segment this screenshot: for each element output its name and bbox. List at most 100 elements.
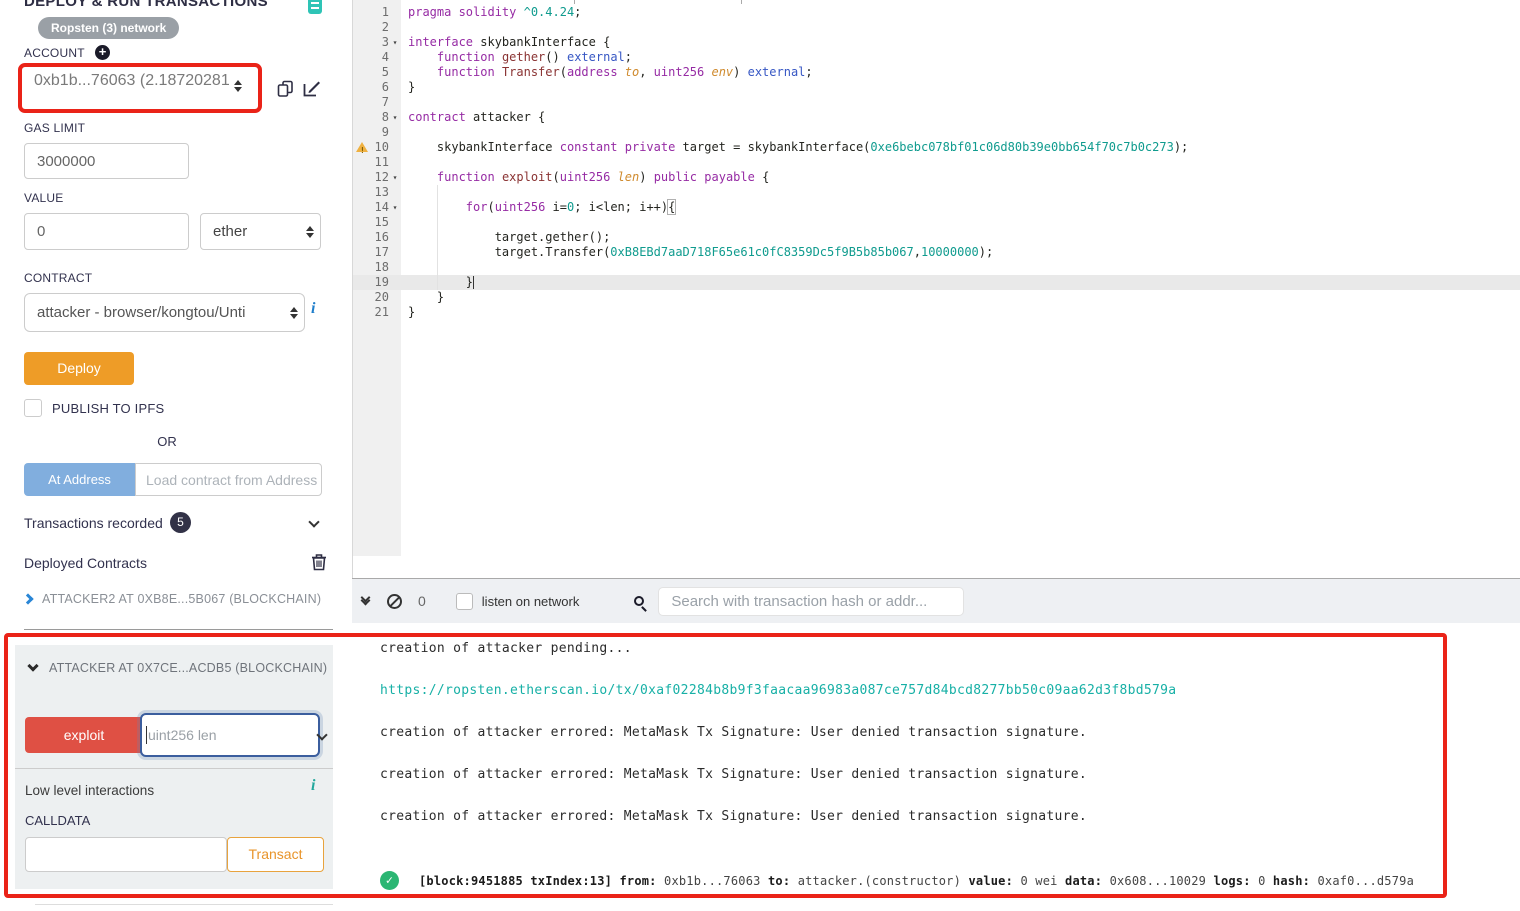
block-log-row[interactable]: ✓ [block:9451885 txIndex:13] from: 0xb1b… — [380, 871, 1414, 890]
code-line[interactable]: 5 function Transfer(address to, uint256 … — [353, 65, 1520, 80]
divider — [35, 904, 333, 905]
low-level-info-icon[interactable]: i — [311, 777, 315, 795]
warning-icon[interactable] — [356, 142, 368, 158]
gas-limit-input[interactable] — [24, 143, 189, 179]
panel-title: DEPLOY & RUN TRANSACTIONS — [24, 0, 268, 10]
code-line[interactable]: 16 target.gether(); — [353, 230, 1520, 245]
gas-limit-label: GAS LIMIT — [24, 121, 86, 135]
code-line[interactable]: 10 skybankInterface constant private tar… — [353, 140, 1520, 158]
deploy-run-panel: DEPLOY & RUN TRANSACTIONS Ropsten (3) ne… — [0, 0, 334, 911]
code-line[interactable]: 9 — [353, 125, 1520, 140]
select-caret-icon — [290, 306, 298, 319]
terminal-log-line: creation of attacker errored: MetaMask T… — [380, 725, 1088, 740]
code-line[interactable]: 6} — [353, 80, 1520, 95]
deployed-contract-label: ATTACKER2 AT 0XB8E...5B067 (BLOCKCHAIN) — [42, 592, 322, 606]
divider — [24, 629, 333, 630]
success-check-icon: ✓ — [380, 871, 399, 890]
terminal: 0 listen on network creation of attacker… — [352, 578, 1520, 911]
low-level-interactions-label: Low level interactions — [25, 783, 155, 798]
expand-terminal-icon[interactable] — [360, 592, 371, 606]
at-address-button[interactable]: At Address — [24, 463, 135, 496]
add-account-icon[interactable]: + — [95, 45, 110, 60]
code-line[interactable]: 3 ▾ interface skybankInterface { — [353, 35, 1520, 50]
code-line[interactable]: 2 — [353, 20, 1520, 35]
terminal-log-line: creation of attacker errored: MetaMask T… — [380, 809, 1088, 824]
chevron-down-icon[interactable] — [308, 516, 320, 528]
exploit-button[interactable]: exploit — [25, 717, 143, 753]
etherscan-link[interactable]: https://ropsten.etherscan.io/tx/0xaf0228… — [380, 683, 1176, 698]
code-line[interactable]: 8 ▾ contract attacker { — [353, 110, 1520, 125]
contract-select-value: attacker - browser/kongtou/Unti — [37, 304, 246, 321]
code-line[interactable]: 7 — [353, 95, 1520, 110]
publish-ipfs-label: PUBLISH TO IPFS — [52, 401, 165, 416]
tab-fragment — [574, 0, 575, 4]
code-line[interactable]: 21} — [353, 305, 1520, 320]
calldata-input[interactable] — [25, 837, 227, 872]
deployed-contract-label: ATTACKER AT 0X7CE...ACDB5 (BLOCKCHAIN) — [49, 661, 328, 675]
listen-on-network-checkbox[interactable] — [455, 592, 473, 610]
at-address-input[interactable] — [135, 463, 322, 496]
publish-ipfs-checkbox[interactable] — [24, 399, 42, 417]
block-log-segments: [block:9451885 txIndex:13] from: 0xb1b..… — [419, 873, 1414, 888]
calldata-label: CALLDATA — [25, 813, 91, 828]
deployed-contract-attacker2[interactable]: ATTACKER2 AT 0XB8E...5B067 (BLOCKCHAIN) — [22, 592, 322, 606]
trash-icon[interactable] — [311, 553, 327, 571]
code-line[interactable]: 11 — [353, 155, 1520, 170]
terminal-log-line: creation of attacker pending... — [380, 641, 632, 656]
transactions-recorded-label: Transactions recorded — [24, 515, 163, 531]
code-line[interactable]: 20 } — [353, 290, 1520, 305]
code-editor[interactable]: 1 pragma solidity ^0.4.24; 2 3 ▾ interface sk… — [352, 0, 1520, 578]
exploit-args-placeholder: uint256 len — [148, 727, 217, 743]
deploy-button[interactable]: Deploy — [24, 352, 134, 385]
code-line[interactable]: 17 target.Transfer(0xB8EBd7aaD718F65e61c… — [353, 245, 1520, 260]
code-lines: 1 pragma solidity ^0.4.24; 2 3 ▾ interface sk… — [353, 5, 1520, 320]
terminal-search-input[interactable] — [658, 586, 965, 616]
contract-label: CONTRACT — [24, 271, 93, 285]
transact-button[interactable]: Transact — [227, 837, 324, 872]
remix-ide: DEPLOY & RUN TRANSACTIONS Ropsten (3) ne… — [0, 0, 1520, 911]
terminal-log-line: https://ropsten.etherscan.io/tx/0xaf0228… — [380, 683, 1176, 725]
code-line[interactable]: 18 — [353, 260, 1520, 275]
select-caret-icon — [234, 80, 243, 92]
select-caret-icon — [306, 225, 314, 238]
code-line[interactable]: 15 — [353, 215, 1520, 230]
edit-icon[interactable] — [303, 80, 321, 97]
network-badge: Ropsten (3) network — [38, 17, 180, 39]
terminal-toolbar: 0 listen on network — [352, 578, 1520, 623]
search-icon — [634, 596, 645, 606]
account-label: ACCOUNT — [24, 46, 85, 60]
code-line[interactable]: 12 ▾ function exploit(uint256 len) public… — [353, 170, 1520, 185]
terminal-logs: creation of attacker pending... https://r… — [380, 641, 1176, 851]
divider — [15, 768, 333, 769]
listen-on-network-label: listen on network — [481, 593, 580, 609]
fold-icon[interactable]: ▾ — [389, 35, 401, 50]
code-line[interactable]: 14 ▾ for(uint256 i=0; i<len; i++){ — [353, 199, 1520, 215]
value-unit-select[interactable]: ether — [200, 213, 321, 250]
deployed-contract-attacker-card: ATTACKER AT 0X7CE...ACDB5 (BLOCKCHAIN) e… — [15, 645, 333, 889]
pending-tx-count: 0 — [418, 593, 426, 609]
fold-icon[interactable]: ▾ — [389, 110, 401, 125]
deployed-contract-attacker-header[interactable]: ATTACKER AT 0X7CE...ACDB5 (BLOCKCHAIN) — [27, 660, 328, 675]
transactions-count-badge: 5 — [170, 512, 191, 533]
contract-select[interactable]: attacker - browser/kongtou/Unti — [24, 293, 305, 332]
code-line[interactable]: 19 } — [353, 275, 1520, 290]
plugin-icon — [308, 0, 322, 14]
copy-icon[interactable] — [277, 80, 294, 97]
account-select[interactable]: 0xb1b...76063 (2.18720281 — [30, 72, 255, 105]
fold-icon[interactable]: ▾ — [389, 200, 401, 215]
contract-info-icon[interactable]: i — [311, 300, 315, 318]
value-input[interactable] — [24, 213, 189, 250]
value-unit-label: ether — [213, 223, 248, 240]
code-line[interactable]: 13 — [353, 185, 1520, 200]
tab-fragment — [741, 0, 742, 4]
code-line[interactable]: 1 pragma solidity ^0.4.24; — [353, 5, 1520, 20]
or-label: OR — [157, 434, 177, 449]
chevron-down-icon — [27, 660, 39, 672]
code-line[interactable]: 4 function gether() external; — [353, 50, 1520, 65]
terminal-log-line: creation of attacker errored: MetaMask T… — [380, 767, 1088, 782]
fold-icon[interactable]: ▾ — [389, 170, 401, 185]
clear-console-icon[interactable] — [387, 593, 402, 609]
exploit-args-input[interactable]: uint256 len — [140, 713, 320, 757]
text-cursor — [146, 726, 147, 744]
chevron-right-icon — [22, 593, 34, 605]
